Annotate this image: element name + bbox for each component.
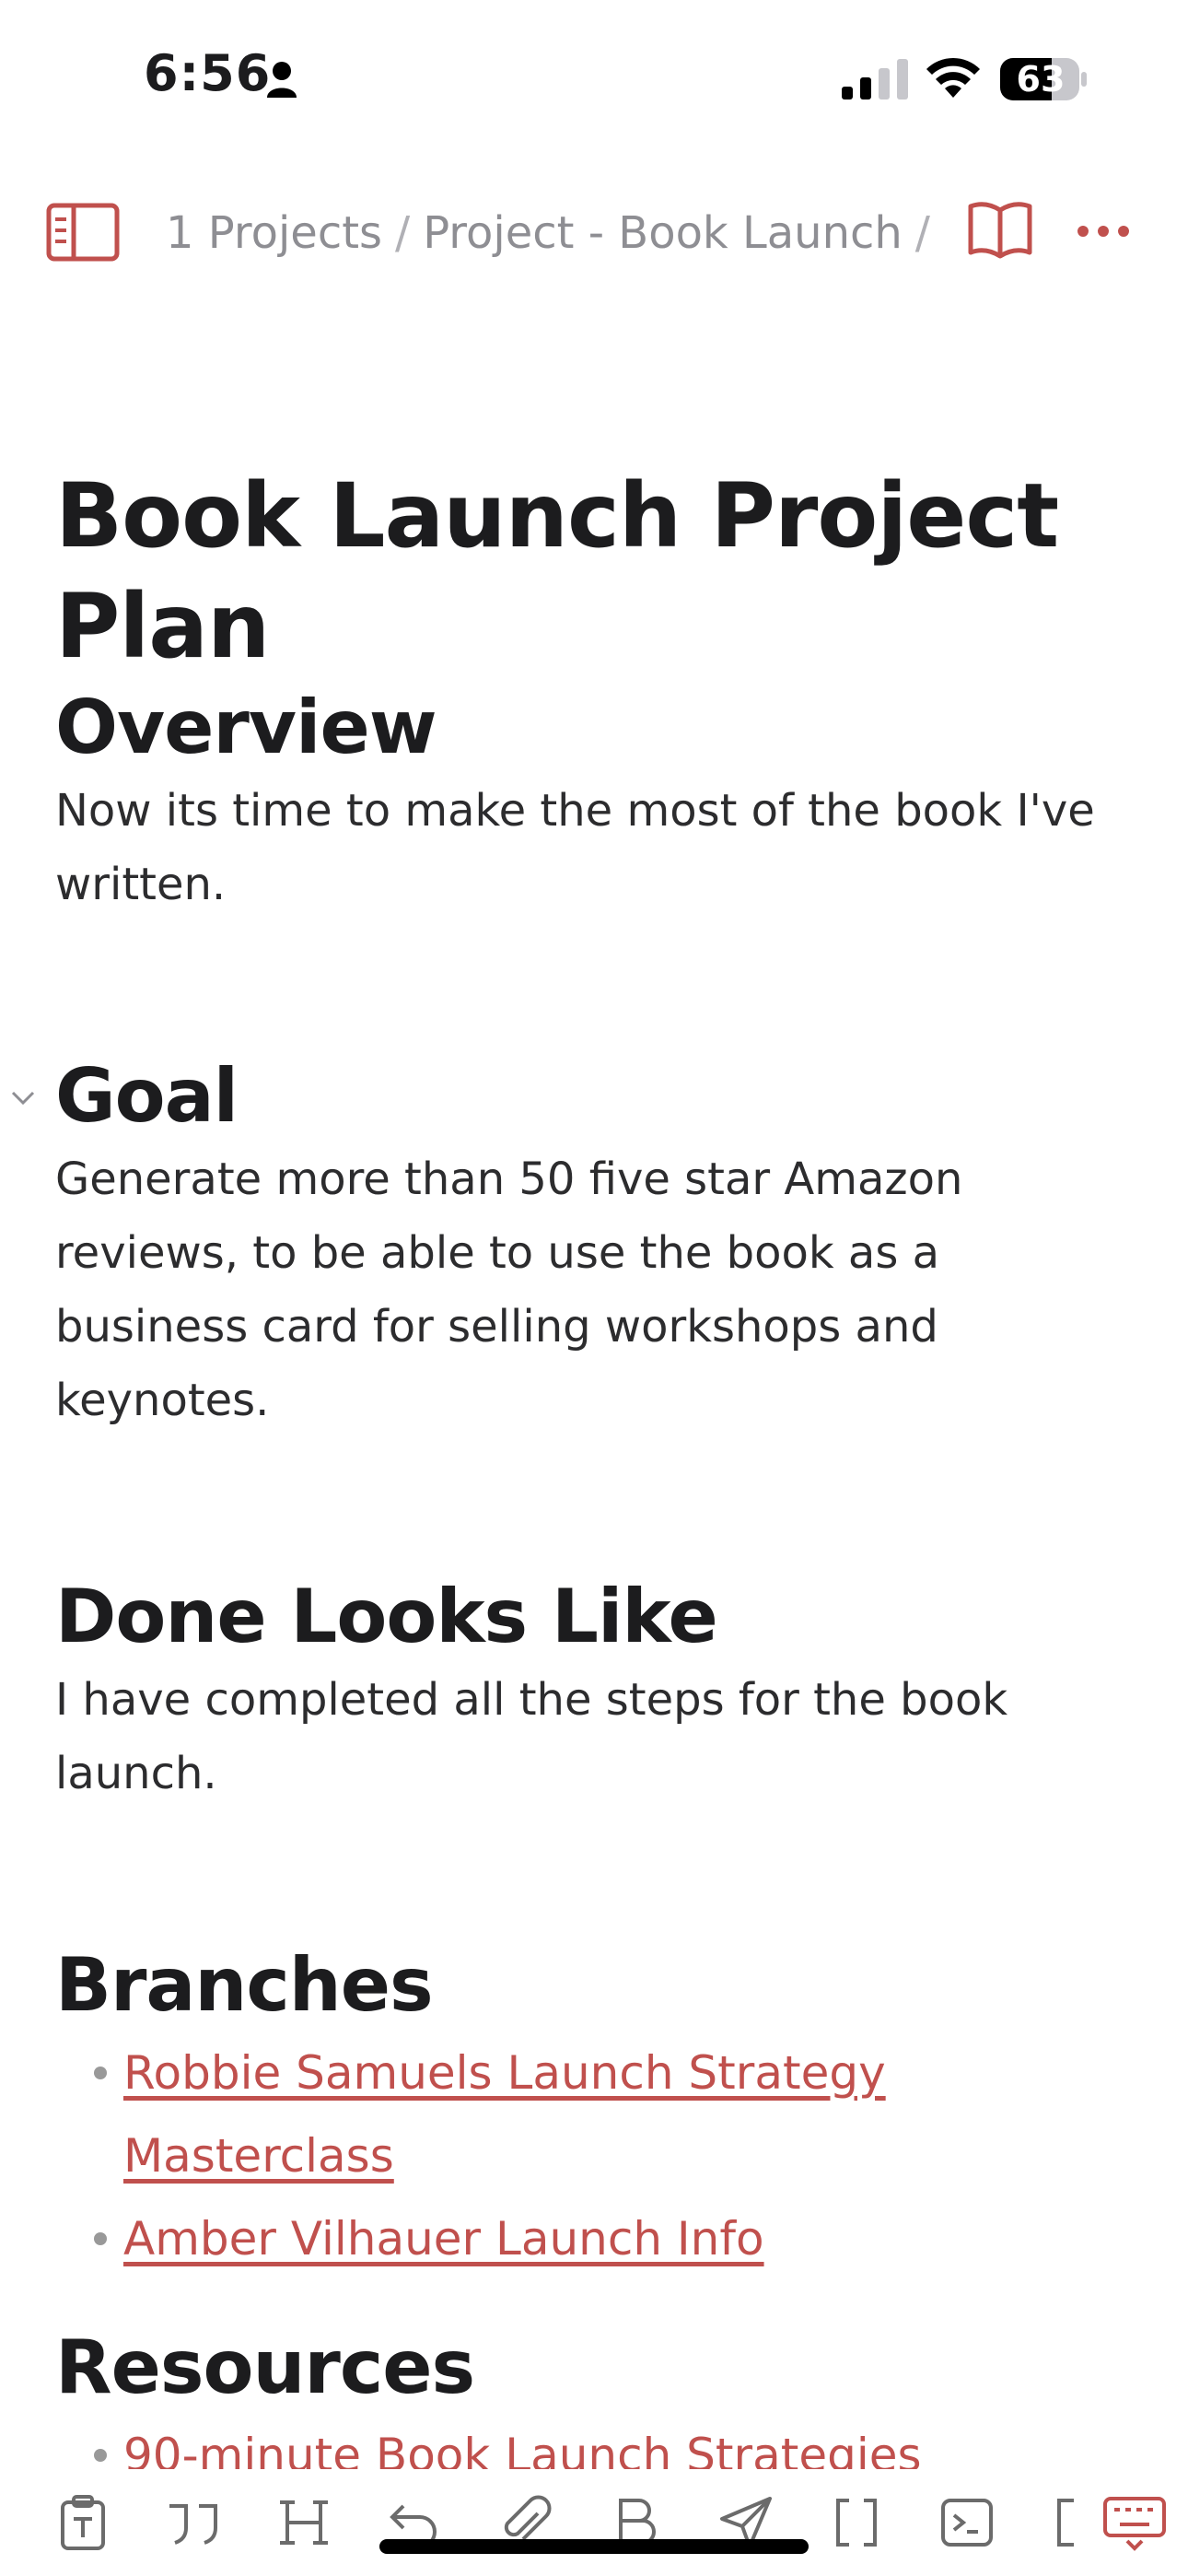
breadcrumb-separator: / [914, 207, 930, 259]
brackets-icon[interactable] [827, 2493, 886, 2552]
section-goal: Goal Generate more than 50 five star Ama… [11, 1050, 1142, 1437]
section-heading[interactable]: Branches [55, 1939, 1142, 2032]
more-options-icon[interactable] [1076, 208, 1131, 254]
list-item: Robbie Samuels Launch Strategy Mastercla… [55, 2032, 1142, 2197]
person-icon [267, 62, 297, 98]
sidebar-toggle-icon[interactable] [46, 203, 120, 262]
link[interactable]: Robbie Samuels Launch Strategy Mastercla… [123, 2046, 886, 2183]
section-body[interactable]: I have completed all the steps for the b… [55, 1663, 1087, 1810]
breadcrumb-separator: / [395, 207, 411, 259]
branches-list: Robbie Samuels Launch Strategy Mastercla… [55, 2032, 1142, 2280]
status-bar: 6:56 63 [0, 0, 1188, 157]
section-heading[interactable]: Done Looks Like [55, 1571, 1142, 1663]
heading-icon[interactable] [274, 2493, 333, 2552]
battery-level: 63 [1016, 59, 1066, 100]
document-content[interactable]: Book Launch Project Plan Overview Now it… [11, 461, 1142, 2482]
breadcrumb[interactable]: 1 Projects/Project - Book Launch/_ [166, 201, 930, 265]
chevron-down-icon[interactable] [9, 1083, 37, 1111]
bullet [94, 2232, 107, 2245]
bracket-partial-icon[interactable] [1048, 2493, 1079, 2552]
section-heading[interactable]: Resources [55, 2322, 1142, 2414]
breadcrumb-item[interactable]: Project - Book Launch [423, 207, 903, 259]
bullet [94, 2067, 107, 2079]
section-done-looks-like: Done Looks Like I have completed all the… [55, 1571, 1142, 1810]
book-reader-icon[interactable] [967, 199, 1033, 263]
home-indicator[interactable] [379, 2539, 809, 2554]
cellular-signal-icon [842, 59, 908, 100]
status-time: 6:56 [144, 44, 272, 102]
section-branches: Branches Robbie Samuels Launch Strategy … [55, 1939, 1142, 2280]
bullet [94, 2449, 107, 2462]
section-heading[interactable]: Goal [55, 1050, 1142, 1142]
link[interactable]: Amber Vilhauer Launch Info [123, 2212, 764, 2266]
list-item: Amber Vilhauer Launch Info [55, 2197, 1142, 2280]
terminal-icon[interactable] [938, 2493, 996, 2552]
section-body[interactable]: Generate more than 50 five star Amazon r… [55, 1142, 1031, 1437]
section-body[interactable]: Now its time to make the most of the boo… [55, 774, 1142, 921]
quote-icon[interactable] [164, 2493, 223, 2552]
section-overview: Overview Now its time to make the most o… [55, 682, 1142, 921]
keyboard-dismiss-icon[interactable] [1101, 2493, 1168, 2552]
section-heading[interactable]: Overview [55, 682, 1142, 774]
wifi-icon [926, 57, 980, 98]
template-icon[interactable] [53, 2493, 112, 2552]
document-title[interactable]: Book Launch Project Plan [55, 461, 1142, 682]
breadcrumb-item[interactable]: 1 Projects [166, 207, 382, 259]
